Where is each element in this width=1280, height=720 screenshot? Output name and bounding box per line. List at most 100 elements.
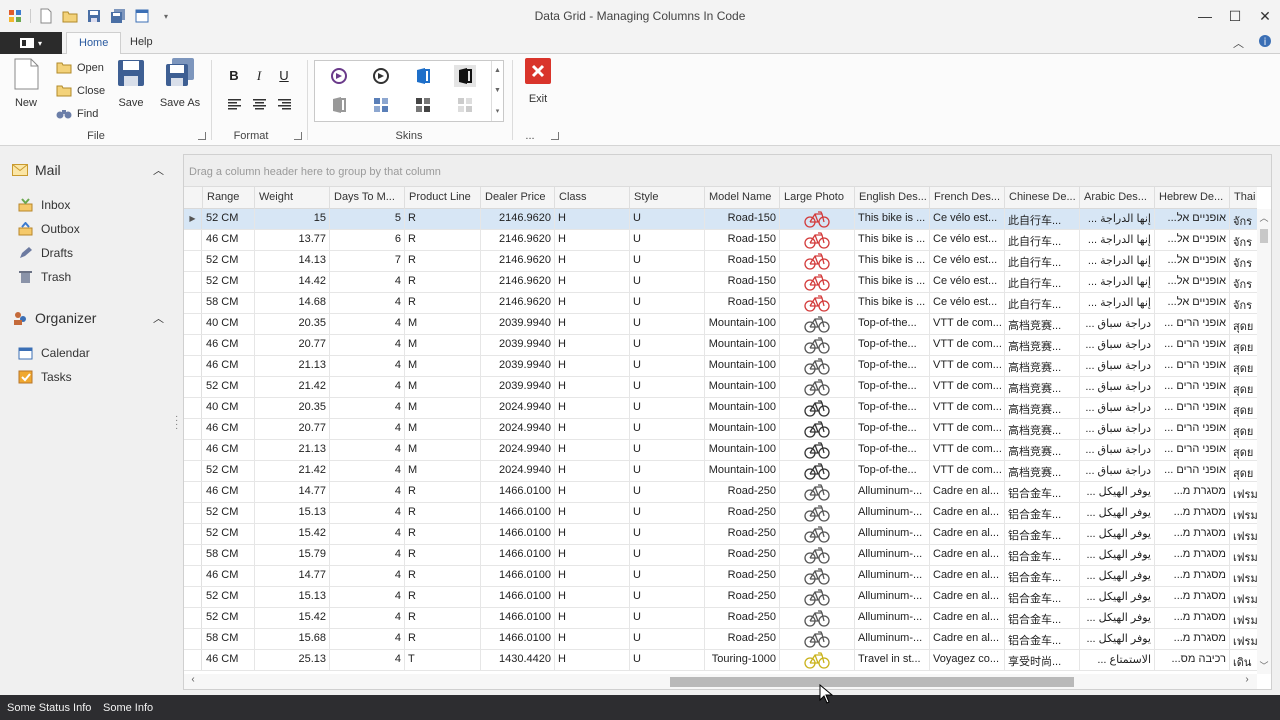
cell-english-description[interactable]: Top-of-the...	[855, 461, 930, 481]
cell-style[interactable]: U	[630, 503, 705, 523]
cell-french-description[interactable]: Ce vélo est...	[930, 251, 1005, 271]
cell-thai-description[interactable]: เฟรม	[1230, 629, 1257, 649]
column-header-french-description[interactable]: French Des...	[930, 187, 1005, 209]
cell-dealer-price[interactable]: 2039.9940	[481, 356, 555, 376]
row-indicator[interactable]	[184, 608, 202, 628]
cell-style[interactable]: U	[630, 524, 705, 544]
cell-hebrew-description[interactable]: מסגרת מ...	[1155, 482, 1230, 502]
table-row[interactable]: 46 CM 14.77 4 R 1466.0100 H U Road-250 Alluminum…	[184, 482, 1257, 503]
cell-large-photo[interactable]	[780, 419, 855, 439]
cell-model-name[interactable]: Road-250	[705, 629, 780, 649]
table-row[interactable]: 46 CM 20.77 4 M 2039.9940 H U Mountain-100 Top-o…	[184, 335, 1257, 356]
cell-large-photo[interactable]	[780, 608, 855, 628]
cell-thai-description[interactable]: จักร	[1230, 251, 1257, 271]
cell-chinese-description[interactable]: 铝合金车...	[1005, 566, 1080, 586]
gallery-scroll[interactable]: ▲ ▼ ▾	[491, 61, 503, 121]
cell-class[interactable]: H	[555, 335, 630, 355]
cell-product-line[interactable]: M	[405, 461, 481, 481]
cell-days-to-manufacture[interactable]: 4	[330, 398, 405, 418]
horizontal-scrollbar[interactable]: ‹ ›	[184, 674, 1257, 689]
cell-style[interactable]: U	[630, 251, 705, 271]
cell-style[interactable]: U	[630, 461, 705, 481]
cell-chinese-description[interactable]: 此自行车...	[1005, 272, 1080, 292]
cell-days-to-manufacture[interactable]: 4	[330, 293, 405, 313]
cell-french-description[interactable]: Cadre en al...	[930, 608, 1005, 628]
row-indicator[interactable]	[184, 230, 202, 250]
save-as-button[interactable]: Save As	[159, 58, 201, 109]
collapse-ribbon-icon[interactable]: ︿	[1233, 35, 1244, 51]
cell-range[interactable]: 58 CM	[203, 293, 255, 313]
column-header-days-to-manufacture[interactable]: Days To M...	[330, 187, 405, 209]
table-row[interactable]: ▶ 52 CM 15 5 R 2146.9620 H U Road-150 This bike i…	[184, 209, 1257, 230]
cell-model-name[interactable]: Mountain-100	[705, 398, 780, 418]
cell-arabic-description[interactable]: إنها الدراجة ...	[1080, 293, 1155, 313]
cell-chinese-description[interactable]: 高档竞赛...	[1005, 419, 1080, 439]
cell-english-description[interactable]: This bike is ...	[855, 272, 930, 292]
cell-arabic-description[interactable]: يوفر الهيكل ...	[1080, 524, 1155, 544]
cell-range[interactable]: 40 CM	[203, 398, 255, 418]
row-indicator[interactable]	[184, 587, 202, 607]
cell-thai-description[interactable]: จักร	[1230, 272, 1257, 292]
cell-product-line[interactable]: R	[405, 629, 481, 649]
scroll-left-icon[interactable]: ‹	[186, 674, 200, 685]
cell-product-line[interactable]: R	[405, 272, 481, 292]
help-icon[interactable]: i	[1258, 34, 1272, 51]
row-indicator[interactable]	[184, 314, 202, 334]
cell-english-description[interactable]: Top-of-the...	[855, 377, 930, 397]
cell-dealer-price[interactable]: 2146.9620	[481, 209, 555, 229]
cell-dealer-price[interactable]: 1466.0100	[481, 524, 555, 544]
cell-days-to-manufacture[interactable]: 4	[330, 566, 405, 586]
cell-chinese-description[interactable]: 享受时尚...	[1005, 650, 1080, 670]
collapse-chevron-icon[interactable]: ︿	[153, 162, 164, 178]
row-indicator[interactable]	[184, 482, 202, 502]
cell-english-description[interactable]: This bike is ...	[855, 293, 930, 313]
table-row[interactable]: 58 CM 15.68 4 R 1466.0100 H U Road-250 Alluminum…	[184, 629, 1257, 650]
cell-product-line[interactable]: R	[405, 230, 481, 250]
cell-french-description[interactable]: VTT de com...	[930, 335, 1005, 355]
cell-dealer-price[interactable]: 2146.9620	[481, 272, 555, 292]
cell-arabic-description[interactable]: يوفر الهيكل ...	[1080, 566, 1155, 586]
cell-chinese-description[interactable]: 此自行车...	[1005, 293, 1080, 313]
cell-french-description[interactable]: Cadre en al...	[930, 482, 1005, 502]
cell-large-photo[interactable]	[780, 293, 855, 313]
exit-group-launcher[interactable]	[551, 132, 559, 140]
cell-weight[interactable]: 15.13	[255, 503, 330, 523]
column-header-class[interactable]: Class	[555, 187, 630, 209]
cell-french-description[interactable]: VTT de com...	[930, 440, 1005, 460]
tab-home[interactable]: Home	[66, 32, 122, 55]
cell-thai-description[interactable]: เฟรม	[1230, 608, 1257, 628]
cell-dealer-price[interactable]: 2039.9940	[481, 314, 555, 334]
cell-weight[interactable]: 20.35	[255, 314, 330, 334]
cell-class[interactable]: H	[555, 377, 630, 397]
cell-days-to-manufacture[interactable]: 4	[330, 419, 405, 439]
cell-chinese-description[interactable]: 高档竞赛...	[1005, 356, 1080, 376]
cell-class[interactable]: H	[555, 461, 630, 481]
cell-thai-description[interactable]: จักร	[1230, 230, 1257, 250]
cell-class[interactable]: H	[555, 398, 630, 418]
cell-days-to-manufacture[interactable]: 4	[330, 272, 405, 292]
align-left-button[interactable]	[226, 98, 242, 113]
cell-model-name[interactable]: Mountain-100	[705, 314, 780, 334]
skin-blueprint-icon[interactable]	[370, 94, 392, 116]
cell-weight[interactable]: 15.68	[255, 629, 330, 649]
cell-large-photo[interactable]	[780, 503, 855, 523]
cell-style[interactable]: U	[630, 272, 705, 292]
cell-large-photo[interactable]	[780, 545, 855, 565]
cell-dealer-price[interactable]: 1466.0100	[481, 587, 555, 607]
cell-arabic-description[interactable]: دراجة سباق ...	[1080, 314, 1155, 334]
nav-item-calendar[interactable]: Calendar	[18, 344, 90, 362]
cell-french-description[interactable]: VTT de com...	[930, 314, 1005, 334]
cell-large-photo[interactable]	[780, 629, 855, 649]
cell-class[interactable]: H	[555, 440, 630, 460]
gallery-expand-icon[interactable]: ▾	[496, 107, 500, 115]
cell-chinese-description[interactable]: 铝合金车...	[1005, 545, 1080, 565]
cell-thai-description[interactable]: สุดย	[1230, 356, 1257, 376]
cell-hebrew-description[interactable]: מסגרת מ...	[1155, 608, 1230, 628]
cell-thai-description[interactable]: เฟรม	[1230, 566, 1257, 586]
cell-arabic-description[interactable]: دراجة سباق ...	[1080, 335, 1155, 355]
cell-large-photo[interactable]	[780, 587, 855, 607]
cell-hebrew-description[interactable]: מסגרת מ...	[1155, 524, 1230, 544]
cell-range[interactable]: 52 CM	[203, 587, 255, 607]
vertical-scroll-thumb[interactable]	[1260, 229, 1268, 243]
cell-range[interactable]: 52 CM	[203, 251, 255, 271]
